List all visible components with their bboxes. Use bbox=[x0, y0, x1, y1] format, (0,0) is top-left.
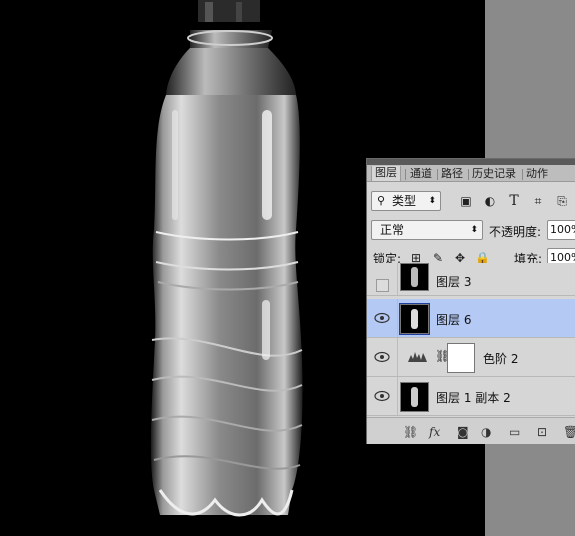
layer-thumbnail bbox=[400, 263, 429, 291]
panel-title-strip[interactable] bbox=[367, 159, 575, 165]
tab-paths[interactable]: 路径 bbox=[441, 167, 463, 181]
layer-name: 色阶 2 bbox=[483, 352, 519, 366]
tab-layers[interactable]: 图层 bbox=[371, 166, 401, 181]
adjustment-filter-icon[interactable]: ◐ bbox=[483, 194, 497, 208]
layers-panel: 图层 通道 路径 历史记录 动作 ⚲ 类型 ⬍ ▣ ◐ T ⌗ ⎘ 正常 ⬍ 不… bbox=[366, 158, 575, 444]
layer-row[interactable]: ⛓ 色阶 2 bbox=[367, 338, 575, 377]
layer-name: 图层 6 bbox=[436, 313, 472, 327]
opacity-label: 不透明度: bbox=[489, 225, 542, 239]
filter-row: ⚲ 类型 ⬍ ▣ ◐ T ⌗ ⎘ bbox=[367, 189, 575, 213]
layer-row[interactable]: 图层 1 副本 2 bbox=[367, 377, 575, 416]
layer-thumbnail bbox=[400, 382, 429, 412]
tab-actions[interactable]: 动作 bbox=[526, 167, 548, 181]
tab-history[interactable]: 历史记录 bbox=[472, 167, 516, 181]
add-mask-icon[interactable]: ◙ bbox=[457, 425, 469, 439]
smart-object-filter-icon[interactable]: ⎘ bbox=[555, 194, 569, 208]
search-icon: ⚲ bbox=[377, 194, 386, 207]
levels-histogram-icon bbox=[407, 349, 429, 366]
panel-tabbar: 图层 通道 路径 历史记录 动作 bbox=[367, 159, 575, 182]
new-group-icon[interactable]: ▭ bbox=[509, 425, 520, 439]
trash-icon[interactable]: 🗑 bbox=[563, 425, 575, 439]
eye-icon[interactable] bbox=[373, 389, 391, 403]
filter-type-label: 类型 bbox=[392, 194, 417, 208]
eye-icon[interactable] bbox=[373, 311, 391, 325]
blend-mode-select[interactable]: 正常 ⬍ bbox=[371, 220, 483, 240]
opacity-input[interactable]: 100% bbox=[547, 220, 575, 240]
layer-mask-thumbnail[interactable] bbox=[447, 343, 475, 373]
layers-bottom-toolbar: ⛓ fx ◙ ◑ ▭ ⊡ 🗑 bbox=[367, 417, 575, 444]
layer-name: 图层 3 bbox=[436, 275, 472, 289]
updown-arrow-icon: ⬍ bbox=[470, 225, 478, 235]
blend-row: 正常 ⬍ 不透明度: 100% bbox=[367, 217, 575, 241]
eye-icon[interactable] bbox=[373, 350, 391, 364]
layer-row[interactable]: 图层 3 bbox=[367, 263, 575, 296]
blend-mode-label: 正常 bbox=[380, 223, 405, 237]
new-layer-icon[interactable]: ⊡ bbox=[537, 425, 547, 439]
tab-channels[interactable]: 通道 bbox=[410, 167, 432, 181]
shape-filter-icon[interactable]: ⌗ bbox=[531, 194, 545, 208]
updown-arrow-icon: ⬍ bbox=[428, 196, 436, 206]
adjustment-layer-icon[interactable]: ◑ bbox=[481, 425, 491, 439]
layer-row-selected[interactable]: 图层 6 bbox=[367, 299, 575, 338]
type-filter-icon[interactable]: T bbox=[507, 194, 521, 208]
layer-thumbnail bbox=[399, 303, 430, 335]
visibility-toggle-off[interactable] bbox=[376, 279, 389, 292]
link-layers-icon[interactable]: ⛓ bbox=[403, 425, 418, 439]
pixel-filter-icon[interactable]: ▣ bbox=[459, 194, 473, 208]
filter-type-select[interactable]: ⚲ 类型 ⬍ bbox=[371, 191, 441, 211]
fx-icon[interactable]: fx bbox=[429, 425, 440, 439]
layer-name: 图层 1 副本 2 bbox=[436, 391, 511, 405]
